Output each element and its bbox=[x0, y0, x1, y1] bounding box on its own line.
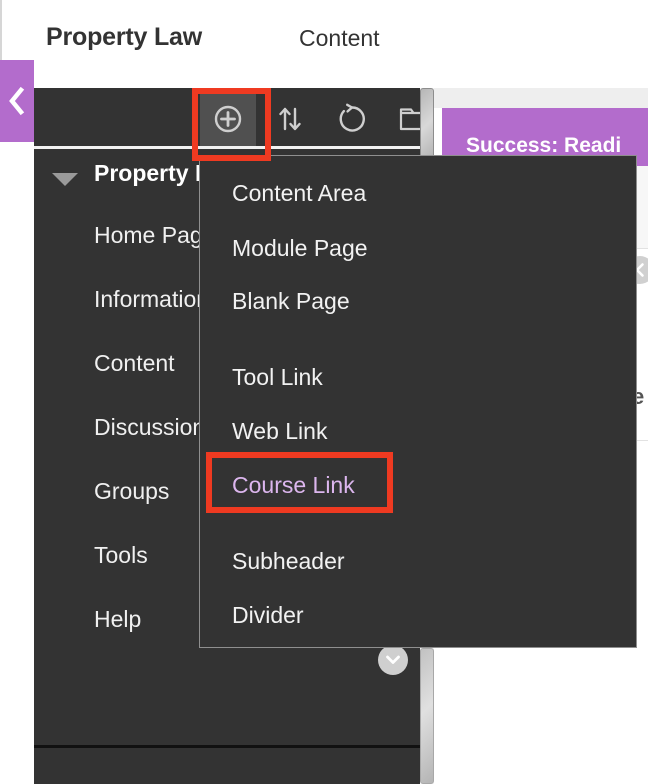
dropdown-item-course-link[interactable]: Course Link bbox=[200, 468, 636, 510]
dropdown-item-label: Blank Page bbox=[232, 288, 350, 314]
sidebar-collapse-tab[interactable] bbox=[0, 60, 34, 142]
dropdown-item-module-page[interactable]: Module Page bbox=[200, 231, 636, 273]
sidebar-item-label: Tools bbox=[94, 542, 148, 568]
dropdown-item-label: Course Link bbox=[232, 472, 355, 498]
content-pane-top-strip bbox=[434, 88, 648, 108]
top-header: Property Law Content bbox=[0, 0, 648, 88]
sidebar-item-label: Help bbox=[94, 606, 142, 632]
dropdown-item-label: Tool Link bbox=[232, 364, 323, 390]
sidebar-item-label: Home Page bbox=[94, 222, 216, 248]
course-menu-toolbar bbox=[34, 88, 429, 150]
header-left-rule bbox=[0, 0, 2, 60]
page-title: Property Law bbox=[46, 23, 202, 51]
dropdown-item-blank-page[interactable]: Blank Page bbox=[200, 284, 636, 326]
dropdown-item-label: Web Link bbox=[232, 418, 328, 444]
dropdown-item-label: Subheader bbox=[232, 548, 345, 574]
dropdown-item-subheader[interactable]: Subheader bbox=[200, 544, 636, 586]
dropdown-item-web-link[interactable]: Web Link bbox=[200, 414, 636, 456]
triangle-down-icon[interactable] bbox=[52, 173, 78, 186]
refresh-button[interactable] bbox=[324, 92, 380, 146]
dropdown-item-label: Content Area bbox=[232, 180, 367, 206]
dropdown-item-label: Divider bbox=[232, 602, 304, 628]
add-content-button[interactable] bbox=[200, 92, 256, 146]
dropdown-item-label: Module Page bbox=[232, 235, 368, 261]
course-menu-scrollbar-thumb-lower[interactable] bbox=[420, 648, 434, 784]
toolbar-underline bbox=[34, 146, 420, 149]
add-content-dropdown: Content Area Module Page Blank Page Tool… bbox=[199, 155, 637, 648]
sidebar-item-label: Content bbox=[94, 350, 175, 376]
dropdown-item-divider[interactable]: Divider bbox=[200, 598, 636, 640]
reorder-button[interactable] bbox=[262, 92, 318, 146]
dropdown-item-tool-link[interactable]: Tool Link bbox=[200, 360, 636, 402]
course-menu-bottom-divider bbox=[34, 745, 420, 748]
dropdown-item-content-area[interactable]: Content Area bbox=[200, 176, 636, 218]
sidebar-item-label: Information bbox=[94, 286, 210, 312]
sidebar-item-label: Groups bbox=[94, 478, 170, 504]
breadcrumb: Content bbox=[299, 25, 380, 51]
chevron-down-circle-icon[interactable] bbox=[378, 645, 408, 675]
